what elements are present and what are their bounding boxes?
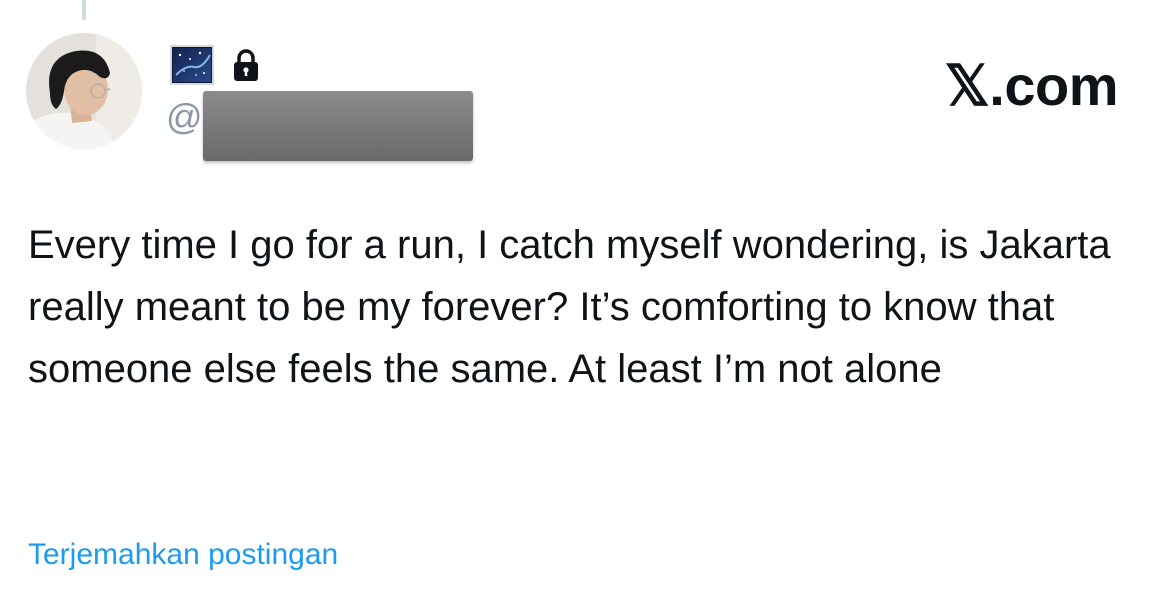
- thread-connector-line: [82, 0, 86, 20]
- night-sky-emoji-icon: [170, 45, 214, 85]
- post-text: Every time I go for a run, I catch mysel…: [28, 223, 1111, 391]
- redaction-box: [203, 91, 473, 161]
- brand-watermark: 𝕏.com: [944, 54, 1119, 117]
- post-card: @ s 𝕏.com Every time I go for a run, I c…: [0, 0, 1170, 610]
- display-name-row[interactable]: [170, 45, 260, 85]
- avatar[interactable]: [26, 33, 142, 149]
- avatar-image: [26, 33, 142, 149]
- translate-post-link[interactable]: Terjemahkan postingan: [28, 538, 338, 572]
- lock-icon: [234, 49, 258, 81]
- handle-prefix: @: [166, 96, 204, 137]
